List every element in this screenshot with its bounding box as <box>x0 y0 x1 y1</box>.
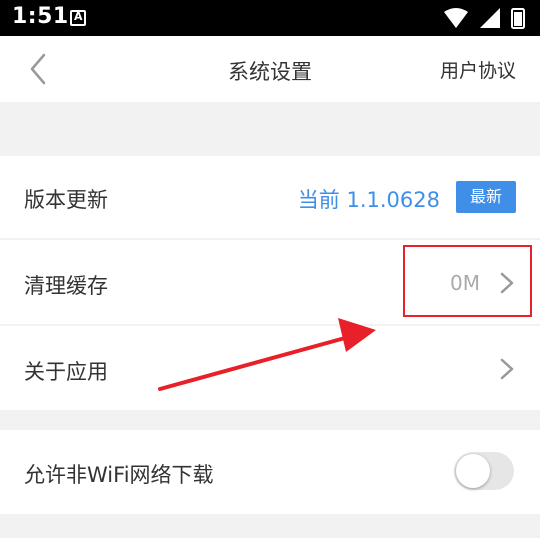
version-update-label: 版本更新 <box>24 188 108 212</box>
clear-cache-label: 清理缓存 <box>24 274 108 298</box>
version-update-row[interactable]: 版本更新 当前 1.1.0628 最新 <box>0 156 540 240</box>
non-wifi-download-label: 允许非WiFi网络下载 <box>24 463 214 487</box>
non-wifi-download-toggle[interactable] <box>454 452 514 490</box>
latest-badge: 最新 <box>456 181 516 213</box>
non-wifi-download-row: 允许非WiFi网络下载 <box>0 430 540 514</box>
status-bar: 1:51 <box>0 0 540 36</box>
current-version: 当前 1.1.0628 <box>297 188 440 212</box>
app-header: 系统设置 用户协议 <box>0 36 540 102</box>
about-app-label: 关于应用 <box>24 360 108 384</box>
notification-icon <box>70 10 86 26</box>
chevron-right-icon <box>500 358 514 380</box>
status-time: 1:51 <box>12 4 69 29</box>
about-app-row[interactable]: 关于应用 <box>0 326 540 410</box>
wifi-icon <box>444 8 468 28</box>
user-agreement-link[interactable]: 用户协议 <box>440 56 516 83</box>
status-icons <box>444 8 525 29</box>
toggle-knob <box>456 454 490 488</box>
annotation-highlight-box <box>403 245 532 317</box>
signal-icon <box>480 8 500 28</box>
back-icon[interactable] <box>22 51 58 87</box>
